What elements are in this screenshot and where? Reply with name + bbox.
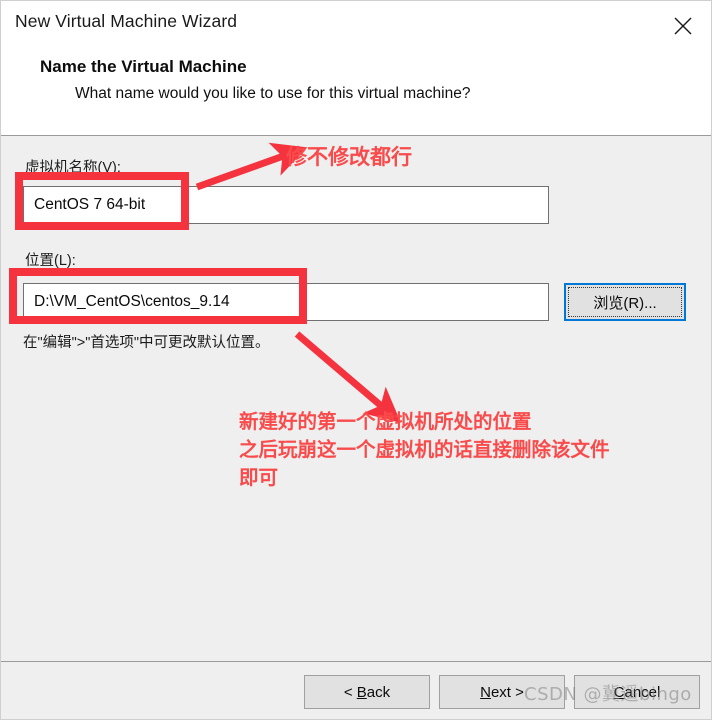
- new-virtual-machine-wizard-dialog: New Virtual Machine Wizard Name the Virt…: [0, 0, 712, 720]
- close-button[interactable]: [661, 7, 705, 45]
- annotation-bottom-note-line-2: 之后玩崩这一个虚拟机的话直接删除该文件: [239, 438, 610, 461]
- vm-name-input[interactable]: [23, 186, 549, 224]
- annotation-bottom-note-line-1: 新建好的第一个虚拟机所处的位置: [239, 410, 532, 433]
- dialog-header: New Virtual Machine Wizard Name the Virt…: [1, 1, 711, 136]
- annotation-arrow-to-bottom-note: [294, 331, 401, 423]
- browse-button-label: 浏览(R)...: [593, 294, 657, 312]
- back-button[interactable]: < Back: [304, 675, 430, 709]
- csdn-watermark: CSDN @冀遥bingo: [524, 684, 692, 705]
- footer-separator: [1, 661, 711, 662]
- location-input[interactable]: [23, 283, 549, 321]
- vm-name-label: 虚拟机名称(V):: [25, 160, 121, 176]
- browse-button[interactable]: 浏览(R)...: [564, 283, 686, 321]
- page-title: Name the Virtual Machine: [40, 57, 247, 76]
- annotation-bottom-note-line-3: 即可: [239, 466, 279, 489]
- back-button-label: < Back: [343, 683, 391, 701]
- location-hint-text: 在"编辑">"首选项"中可更改默认位置。: [23, 335, 270, 351]
- next-button-label: Next >: [480, 683, 524, 701]
- annotation-arrow-to-top-note: [195, 142, 308, 191]
- page-subtitle: What name would you like to use for this…: [75, 85, 471, 102]
- annotation-top-note: 修不修改都行: [286, 145, 412, 169]
- close-icon: [673, 16, 693, 36]
- window-title: New Virtual Machine Wizard: [15, 11, 238, 31]
- location-label: 位置(L):: [25, 253, 76, 269]
